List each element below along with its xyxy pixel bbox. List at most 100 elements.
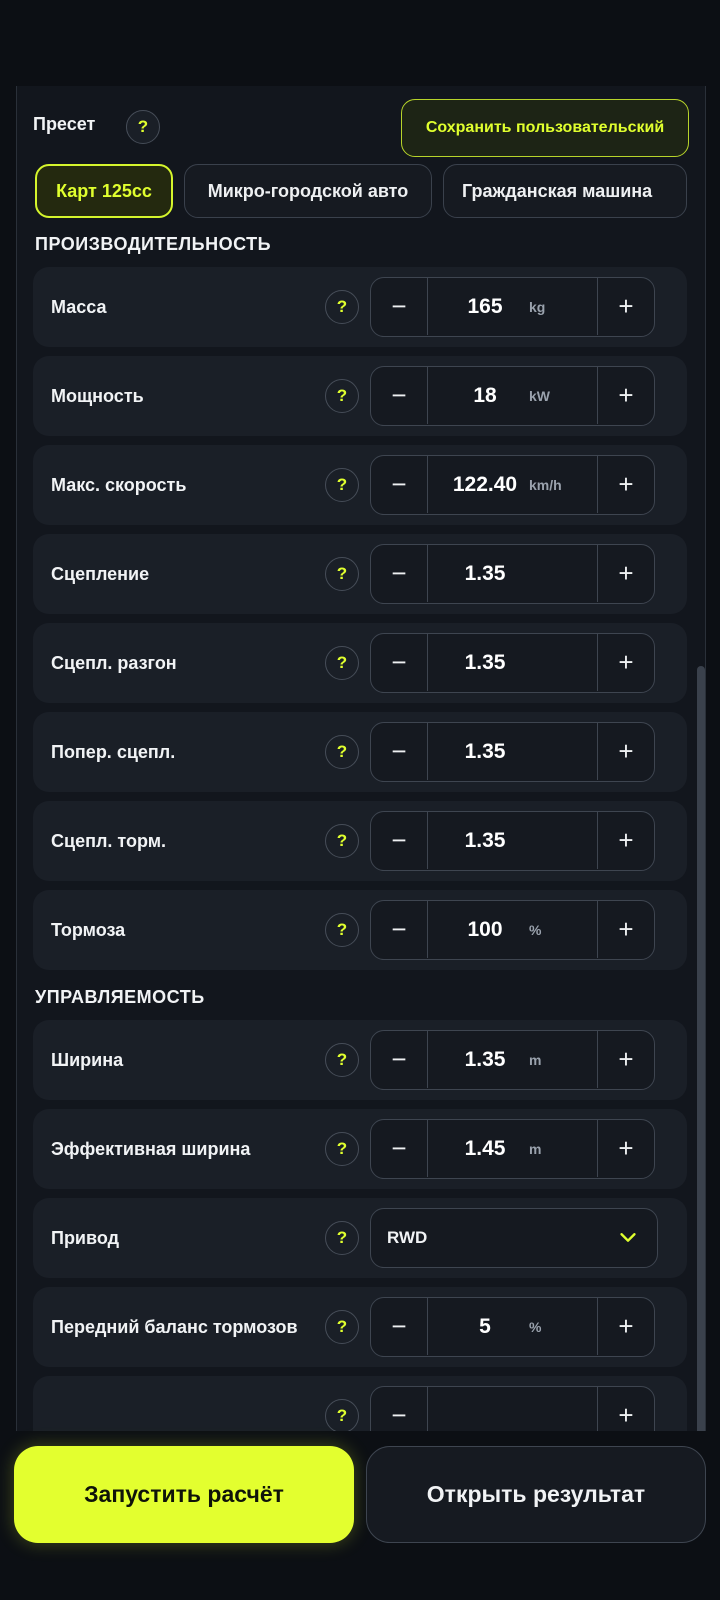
- minus-icon[interactable]: −: [371, 1120, 428, 1177]
- minus-icon[interactable]: −: [371, 1031, 428, 1088]
- bottom-action-bar: Запустить расчёт Открыть результат: [0, 1431, 720, 1600]
- setting-row: Сцепл. разгон ? − 1.35 +: [33, 623, 687, 703]
- section-title-performance: ПРОИЗВОДИТЕЛЬНОСТЬ: [35, 234, 272, 254]
- value-input[interactable]: 1.35: [429, 723, 541, 780]
- setting-row-partial: ? − +: [33, 1376, 687, 1431]
- value-stepper: − 1.35 +: [370, 811, 655, 871]
- value-input[interactable]: 165: [429, 278, 541, 335]
- value-stepper: − 5 % +: [370, 1297, 655, 1357]
- value-input[interactable]: 1.35: [429, 634, 541, 691]
- preset-header: Пресет ? Сохранить пользовательский: [33, 96, 689, 157]
- setting-label: Мощность: [51, 385, 144, 406]
- help-icon[interactable]: ?: [325, 1132, 359, 1166]
- help-icon[interactable]: ?: [325, 1399, 359, 1431]
- plus-icon[interactable]: +: [597, 1298, 654, 1355]
- setting-label: Сцепление: [51, 563, 150, 584]
- setting-row: Макс. скорость ? − 122.40 km/h +: [33, 445, 687, 525]
- setting-label: Масса: [51, 296, 107, 317]
- chevron-down-icon: [620, 1233, 636, 1242]
- value-stepper: − 1.35 +: [370, 722, 655, 782]
- setting-label: Эффективная ширина: [51, 1138, 251, 1159]
- value-input[interactable]: 1.35: [429, 545, 541, 602]
- minus-icon[interactable]: −: [371, 634, 428, 691]
- value-stepper: − 1.45 m +: [370, 1119, 655, 1179]
- help-icon[interactable]: ?: [325, 290, 359, 324]
- setting-row: Мощность ? − 18 kW +: [33, 356, 687, 436]
- unit-label: %: [529, 921, 542, 938]
- value-input[interactable]: 100: [429, 901, 541, 958]
- value-input[interactable]: 1.45: [429, 1120, 541, 1177]
- unit-label: m: [529, 1140, 542, 1157]
- minus-icon[interactable]: −: [371, 1387, 428, 1431]
- setting-label: Сцепл. торм.: [51, 830, 167, 851]
- value-stepper: − 122.40 km/h +: [370, 455, 655, 515]
- preset-chip-civil-car[interactable]: Гражданская машина: [443, 164, 687, 218]
- minus-icon[interactable]: −: [371, 812, 428, 869]
- minus-icon[interactable]: −: [371, 367, 428, 424]
- settings-panel[interactable]: Пресет ? Сохранить пользовательский Карт…: [16, 86, 706, 1431]
- help-icon[interactable]: ?: [325, 557, 359, 591]
- plus-icon[interactable]: +: [597, 545, 654, 602]
- help-icon[interactable]: ?: [325, 1221, 359, 1255]
- run-calculation-button[interactable]: Запустить расчёт: [14, 1446, 354, 1543]
- help-icon[interactable]: ?: [325, 735, 359, 769]
- plus-icon[interactable]: +: [597, 367, 654, 424]
- value-input[interactable]: 18: [429, 367, 541, 424]
- value-stepper: − 1.35 m +: [370, 1030, 655, 1090]
- minus-icon[interactable]: −: [371, 1298, 428, 1355]
- minus-icon[interactable]: −: [371, 545, 428, 602]
- minus-icon[interactable]: −: [371, 723, 428, 780]
- plus-icon[interactable]: +: [597, 634, 654, 691]
- save-custom-preset-button[interactable]: Сохранить пользовательский: [401, 99, 689, 157]
- unit-label: kg: [529, 298, 546, 315]
- unit-label: kW: [529, 387, 550, 404]
- value-stepper: − 18 kW +: [370, 366, 655, 426]
- value-stepper: − 165 kg +: [370, 277, 655, 337]
- value-input[interactable]: 122.40: [429, 456, 541, 513]
- setting-row: Ширина ? − 1.35 m +: [33, 1020, 687, 1100]
- setting-row: Сцепл. торм. ? − 1.35 +: [33, 801, 687, 881]
- scrollbar-thumb[interactable]: [697, 666, 705, 1431]
- preset-help-icon[interactable]: ?: [126, 110, 160, 144]
- plus-icon[interactable]: +: [597, 278, 654, 335]
- drive-type-select[interactable]: RWD: [370, 1208, 658, 1268]
- setting-row: Сцепление ? − 1.35 +: [33, 534, 687, 614]
- setting-label: Передний баланс тормозов: [51, 1316, 298, 1337]
- unit-label: km/h: [529, 476, 562, 493]
- minus-icon[interactable]: −: [371, 901, 428, 958]
- help-icon[interactable]: ?: [325, 646, 359, 680]
- setting-label: Тормоза: [51, 919, 126, 940]
- minus-icon[interactable]: −: [371, 456, 428, 513]
- value-input[interactable]: 1.35: [429, 812, 541, 869]
- setting-row: Масса ? − 165 kg +: [33, 267, 687, 347]
- plus-icon[interactable]: +: [597, 901, 654, 958]
- select-value: RWD: [387, 1227, 428, 1247]
- plus-icon[interactable]: +: [597, 723, 654, 780]
- plus-icon[interactable]: +: [597, 812, 654, 869]
- help-icon[interactable]: ?: [325, 824, 359, 858]
- setting-label: Макс. скорость: [51, 474, 187, 495]
- setting-row: Эффективная ширина ? − 1.45 m +: [33, 1109, 687, 1189]
- setting-label: Попер. сцепл.: [51, 741, 176, 762]
- minus-icon[interactable]: −: [371, 278, 428, 335]
- help-icon[interactable]: ?: [325, 1310, 359, 1344]
- help-icon[interactable]: ?: [325, 913, 359, 947]
- help-icon[interactable]: ?: [325, 1043, 359, 1077]
- preset-chip-kart[interactable]: Карт 125cc: [35, 164, 173, 218]
- section-title-handling: УПРАВЛЯЕМОСТЬ: [35, 987, 205, 1007]
- setting-row: Попер. сцепл. ? − 1.35 +: [33, 712, 687, 792]
- help-icon[interactable]: ?: [325, 379, 359, 413]
- value-input[interactable]: 5: [429, 1298, 541, 1355]
- value-stepper: − 1.35 +: [370, 544, 655, 604]
- value-input[interactable]: 1.35: [429, 1031, 541, 1088]
- unit-label: %: [529, 1318, 542, 1335]
- value-stepper: − +: [370, 1386, 655, 1431]
- open-result-button[interactable]: Открыть результат: [366, 1446, 706, 1543]
- setting-row: Передний баланс тормозов ? − 5 % +: [33, 1287, 687, 1367]
- preset-chip-micro-city[interactable]: Микро-городской авто: [184, 164, 432, 218]
- plus-icon[interactable]: +: [597, 456, 654, 513]
- help-icon[interactable]: ?: [325, 468, 359, 502]
- plus-icon[interactable]: +: [597, 1387, 654, 1431]
- plus-icon[interactable]: +: [597, 1031, 654, 1088]
- plus-icon[interactable]: +: [597, 1120, 654, 1177]
